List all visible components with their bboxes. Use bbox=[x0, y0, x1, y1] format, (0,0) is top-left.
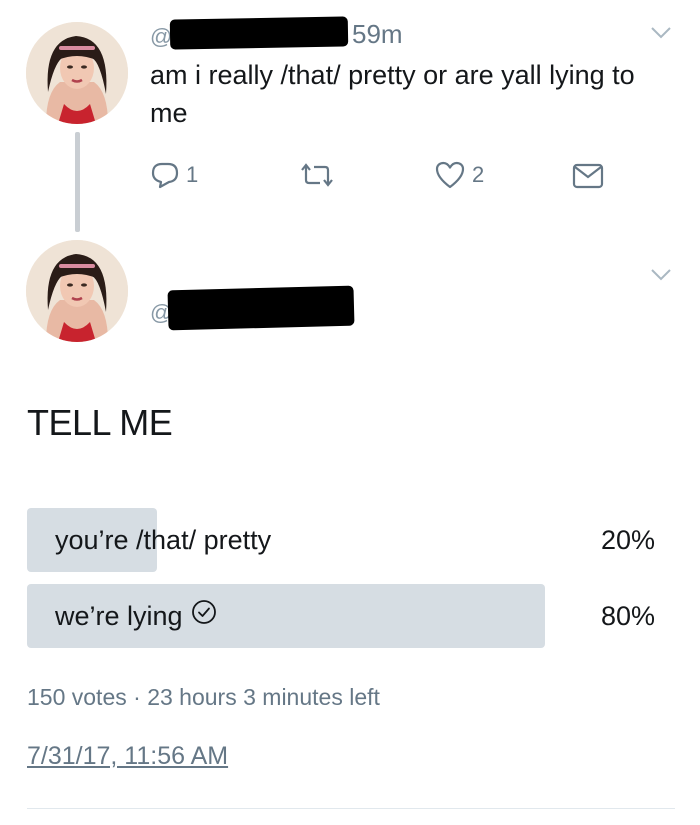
thread-line bbox=[75, 132, 80, 232]
chevron-down-icon[interactable] bbox=[650, 268, 672, 287]
reply-button[interactable]: 1 bbox=[150, 160, 198, 190]
poll-option-label: we’re lying bbox=[55, 584, 217, 648]
retweet-icon bbox=[300, 162, 334, 188]
chevron-down-icon[interactable] bbox=[650, 26, 672, 45]
redacted-username bbox=[169, 16, 349, 50]
poll-question: TELL ME bbox=[27, 402, 173, 443]
poll-option-percent: 80% bbox=[600, 601, 655, 631]
poll-option[interactable]: you’re /that/ pretty 20% bbox=[27, 508, 655, 572]
poll-time-left: 23 hours 3 minutes left bbox=[147, 684, 380, 710]
avatar[interactable] bbox=[26, 240, 128, 342]
poll-separator: · bbox=[133, 684, 141, 710]
poll-option[interactable]: we’re lying 80% bbox=[27, 584, 655, 648]
tweet-time: 59m bbox=[352, 19, 403, 49]
avatar-image bbox=[26, 22, 128, 124]
poll-option-label: you’re /that/ pretty bbox=[55, 508, 271, 572]
poll-meta: 150 votes · 23 hours 3 minutes left bbox=[27, 684, 380, 711]
like-button[interactable]: 2 bbox=[434, 160, 484, 190]
divider bbox=[27, 808, 675, 809]
reply-count: 1 bbox=[186, 162, 199, 187]
like-count: 2 bbox=[472, 162, 485, 187]
poll-option-text: you’re /that/ pretty bbox=[55, 525, 272, 555]
poll-votes: 150 votes bbox=[27, 684, 127, 710]
retweet-button[interactable] bbox=[300, 162, 340, 188]
reply-icon bbox=[150, 160, 180, 190]
check-circle-icon bbox=[191, 584, 217, 648]
heart-icon bbox=[434, 160, 466, 190]
tweet-timestamp[interactable]: 7/31/17, 11:56 AM bbox=[27, 742, 228, 771]
avatar[interactable] bbox=[26, 22, 128, 124]
poll-option-text: we’re lying bbox=[55, 601, 183, 631]
redacted-username bbox=[167, 285, 355, 331]
dm-button[interactable] bbox=[572, 163, 604, 189]
poll-option-percent: 20% bbox=[600, 525, 655, 555]
tweet-text: am i really /that/ pretty or are yall ly… bbox=[150, 60, 635, 128]
envelope-icon bbox=[572, 163, 604, 189]
avatar-image bbox=[26, 240, 128, 342]
